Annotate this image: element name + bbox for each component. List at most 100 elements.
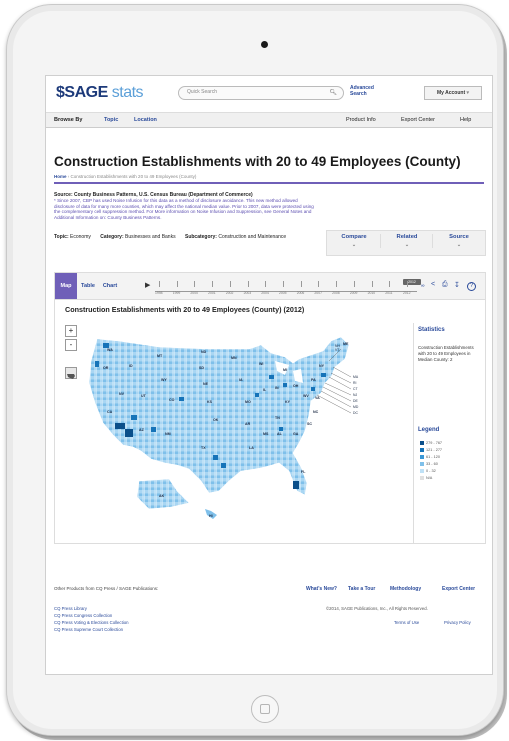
nav-help[interactable]: Help <box>460 117 471 123</box>
footer-link[interactable]: CQ Press Library <box>54 606 87 611</box>
state-label-wa: WA <box>107 348 113 352</box>
tab-chart[interactable]: Chart <box>99 273 121 299</box>
take-tour-link[interactable]: Take a Tour <box>348 586 375 592</box>
timeline-tick <box>229 281 231 287</box>
reset-us-view-icon[interactable] <box>65 367 77 379</box>
timeline-tick <box>353 281 355 287</box>
timeline-year-label[interactable]: 2009 <box>350 291 358 295</box>
legend-item: 279 - 767 <box>420 441 442 446</box>
search-icon[interactable]: 🔍︎ <box>329 89 337 96</box>
state-label-ks: KS <box>207 400 213 404</box>
chevron-down-icon: ▾ <box>466 90 470 96</box>
callout-label-md: MD <box>353 405 359 409</box>
legend-item: 0 - 32 <box>420 469 436 474</box>
nav-location[interactable]: Location <box>134 117 157 123</box>
state-label-me: ME <box>343 342 349 346</box>
nav-export-center[interactable]: Export Center <box>401 117 435 123</box>
compare-button[interactable]: Compare ⌄ <box>328 234 380 248</box>
legend-swatch <box>420 469 424 473</box>
legend-item: N/A <box>420 476 432 481</box>
terms-link[interactable]: Terms of Use <box>394 620 419 625</box>
legend-swatch <box>420 476 424 480</box>
timeline-year-label[interactable]: 2012 <box>403 291 411 295</box>
year-timeline[interactable]: 2012 1998 1999 2000 2001 2002 2003 2004 2005 200… <box>155 279 421 295</box>
screen: $SAGE stats Quick Search 🔍︎ Advanced Sear… <box>45 75 493 675</box>
state-label-ms: MS <box>263 432 269 436</box>
state-label-ne: NE <box>203 382 209 386</box>
nav-product-info[interactable]: Product Info <box>346 117 376 123</box>
state-label-wy: WY <box>161 378 167 382</box>
footer-link[interactable]: CQ Press Voting & Elections Collection <box>54 620 129 625</box>
callout-label-ct: CT <box>353 387 358 391</box>
state-label-ny: NY <box>319 364 325 368</box>
timeline-year-label[interactable]: 2005 <box>279 291 287 295</box>
share-icon[interactable]: < <box>431 281 435 288</box>
search-input[interactable]: Quick Search 🔍︎ <box>178 86 344 100</box>
selected-year-marker[interactable]: 2012 <box>403 279 421 285</box>
timeline-year-label[interactable]: 2010 <box>368 291 376 295</box>
breadcrumb-home[interactable]: Home <box>54 174 67 179</box>
timeline-year-label[interactable]: 2003 <box>244 291 252 295</box>
callout-label-de: DE <box>353 399 358 403</box>
timeline-year-label[interactable]: 2011 <box>385 291 392 295</box>
export-center-link[interactable]: Export Center <box>442 586 475 592</box>
privacy-link[interactable]: Privacy Policy <box>444 620 471 625</box>
callout-label-dc: DC <box>353 411 358 415</box>
print-icon[interactable]: ⎙ <box>442 281 448 289</box>
timeline-tick <box>194 281 196 287</box>
related-button[interactable]: Related ⌄ <box>380 234 433 248</box>
help-icon[interactable]: ? <box>467 282 476 291</box>
tab-table[interactable]: Table <box>77 273 99 299</box>
play-icon[interactable]: ▶ <box>145 281 150 289</box>
timeline-year-label[interactable]: 2007 <box>314 291 322 295</box>
timeline-year-label[interactable]: 2004 <box>261 291 269 295</box>
timeline-tick <box>318 281 320 287</box>
state-label-wv: WV <box>303 394 309 398</box>
zoom-in-button[interactable]: + <box>65 325 77 337</box>
chevron-down-icon: ⌄ <box>456 242 462 248</box>
my-account-dropdown[interactable]: My Account ▾ <box>424 86 482 100</box>
state-label-ga: GA <box>293 432 299 436</box>
sage-stats-logo[interactable]: $SAGE stats <box>56 84 144 102</box>
state-label-az: AZ <box>139 428 145 432</box>
legend-swatch <box>420 462 424 466</box>
statistics-sidebar: Statistics Construction Establishments w… <box>413 323 486 543</box>
timeline-year-label[interactable]: 2000 <box>190 291 198 295</box>
timeline-year-label[interactable]: 2001 <box>208 291 216 295</box>
advanced-search-link[interactable]: Advanced Search <box>350 85 380 97</box>
state-label-in: IN <box>275 386 279 390</box>
methodology-link[interactable]: Methodology <box>390 586 421 592</box>
download-icon[interactable]: ↧ <box>454 281 460 289</box>
state-label-fl: FL <box>301 470 306 474</box>
legend-swatch <box>420 441 424 445</box>
chevron-down-icon: ⌄ <box>351 242 357 248</box>
timeline-year-label[interactable]: 2002 <box>226 291 234 295</box>
statistic-text: Construction Establishments with 20 to 4… <box>418 345 474 362</box>
timeline-year-label[interactable]: 2008 <box>332 291 340 295</box>
loop-icon[interactable]: ∞ <box>421 283 425 289</box>
timeline-tick <box>247 281 249 287</box>
callout-label-ri: RI <box>353 381 356 385</box>
chevron-down-icon: ⌄ <box>404 242 410 248</box>
state-label-mi: MI <box>283 368 287 372</box>
tablet-frame: $SAGE stats Quick Search 🔍︎ Advanced Sear… <box>6 4 504 736</box>
methodology-note[interactable]: * Since 2007, CBP has used Noise Infusio… <box>54 198 316 220</box>
zoom-out-button[interactable]: - <box>65 339 77 351</box>
timeline-tick <box>389 281 391 287</box>
home-button[interactable] <box>251 695 279 723</box>
us-county-map[interactable]: WA OR ID MT ND SD WY NE NV UT CO CA AZ NM KS OK TX MN IA MO… <box>79 331 399 521</box>
state-label-co: CO <box>169 398 175 402</box>
whats-new-link[interactable]: What's New? <box>306 586 337 592</box>
home-square-icon <box>260 704 270 714</box>
timeline-year-label[interactable]: 2006 <box>297 291 305 295</box>
callout-label-nj: NJ <box>353 393 357 397</box>
nav-topic[interactable]: Topic <box>104 117 118 123</box>
footer-link[interactable]: CQ Press Supreme Court Collection <box>54 627 123 632</box>
state-label-or: OR <box>103 366 109 370</box>
timeline-year-label[interactable]: 1999 <box>173 291 181 295</box>
source-button[interactable]: Source ⌄ <box>432 234 485 248</box>
footer-link[interactable]: CQ Press Congress Collection <box>54 613 112 618</box>
state-label-nv: NV <box>119 392 125 396</box>
tab-map[interactable]: Map <box>55 273 77 299</box>
timeline-year-label[interactable]: 1998 <box>155 291 163 295</box>
